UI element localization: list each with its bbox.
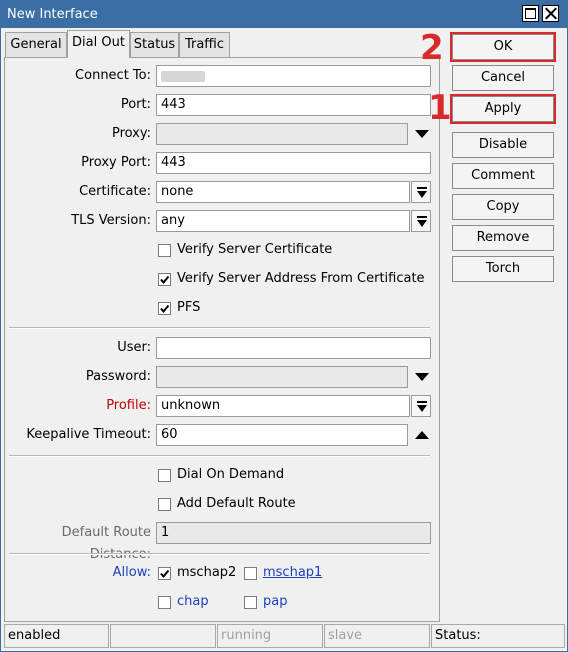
check-icon: [160, 275, 170, 285]
allow-pap-label: pap: [263, 594, 288, 609]
tls-version-dropdown-icon[interactable]: [411, 210, 431, 232]
status-text: Status:: [431, 624, 565, 648]
allow-mschap1-label[interactable]: mschap1: [263, 565, 322, 581]
default-route-distance-label: Default Route Distance:: [61, 525, 151, 562]
maximize-icon[interactable]: [522, 5, 539, 22]
disable-button[interactable]: Disable: [452, 132, 554, 158]
status-state: enabled: [4, 624, 109, 648]
step-number-apply: 1: [428, 88, 452, 128]
certificate-dropdown-icon[interactable]: [411, 181, 431, 203]
verify-server-certificate-label: Verify Server Certificate: [177, 242, 333, 257]
port-input[interactable]: 443: [156, 94, 431, 116]
pfs-label: PFS: [177, 300, 201, 315]
password-expand-icon[interactable]: [413, 367, 431, 387]
status-running: running: [217, 624, 323, 648]
keepalive-timeout-input[interactable]: 60: [156, 424, 408, 446]
redacted-value: [161, 71, 205, 82]
status-slave: slave: [324, 624, 430, 648]
password-input[interactable]: [156, 366, 408, 388]
title-bar[interactable]: New Interface: [1, 1, 567, 28]
tls-version-select[interactable]: any: [156, 210, 410, 232]
allow-chap-checkbox[interactable]: [158, 596, 171, 609]
tab-status[interactable]: Status: [130, 32, 179, 57]
profile-select[interactable]: unknown: [156, 395, 410, 417]
connect-to-input[interactable]: [156, 65, 431, 87]
allow-label: Allow:: [112, 565, 151, 580]
cancel-button[interactable]: Cancel: [452, 65, 554, 91]
port-label: Port:: [120, 97, 151, 112]
new-interface-window: New Interface General Dial Out Status Tr…: [0, 0, 568, 652]
allow-mschap2-checkbox[interactable]: [158, 567, 171, 580]
allow-mschap1-checkbox[interactable]: [244, 567, 257, 580]
password-label: Password:: [85, 369, 151, 384]
profile-dropdown-icon[interactable]: [411, 395, 431, 417]
check-icon: [160, 304, 170, 314]
copy-button[interactable]: Copy: [452, 194, 554, 220]
proxy-port-input[interactable]: 443: [156, 152, 431, 174]
keepalive-timeout-label: Keepalive Timeout:: [26, 427, 151, 442]
default-route-distance-input[interactable]: 1: [156, 522, 431, 544]
step-number-ok: 2: [420, 28, 444, 68]
verify-server-address-label: Verify Server Address From Certificate: [177, 271, 425, 286]
tab-general[interactable]: General: [5, 32, 67, 57]
tab-traffic[interactable]: Traffic: [179, 32, 230, 57]
pfs-checkbox[interactable]: [158, 302, 171, 315]
apply-highlight: [450, 94, 556, 124]
proxy-label: Proxy:: [111, 126, 151, 141]
remove-button[interactable]: Remove: [452, 225, 554, 251]
separator: [9, 327, 430, 329]
dial-on-demand-label: Dial On Demand: [177, 467, 285, 482]
profile-label: Profile:: [106, 398, 151, 413]
verify-server-certificate-checkbox[interactable]: [158, 244, 171, 257]
proxy-input[interactable]: [156, 123, 408, 145]
check-icon: [160, 569, 170, 579]
certificate-select[interactable]: none: [156, 181, 410, 203]
allow-pap-checkbox[interactable]: [244, 596, 257, 609]
verify-server-address-checkbox[interactable]: [158, 273, 171, 286]
window-title: New Interface: [7, 7, 98, 22]
separator: [9, 455, 430, 457]
comment-button[interactable]: Comment: [452, 163, 554, 189]
connect-to-label: Connect To:: [75, 68, 151, 83]
status-blank: [110, 624, 216, 648]
close-icon[interactable]: [542, 5, 559, 22]
keepalive-collapse-icon[interactable]: [413, 425, 431, 445]
add-default-route-checkbox[interactable]: [158, 498, 171, 511]
add-default-route-label: Add Default Route: [177, 496, 296, 511]
tab-dial-out[interactable]: Dial Out: [67, 30, 130, 58]
torch-button[interactable]: Torch: [452, 256, 554, 282]
tls-version-label: TLS Version:: [71, 213, 151, 228]
ok-highlight: [450, 32, 556, 62]
user-input[interactable]: [156, 337, 431, 359]
user-label: User:: [117, 340, 151, 355]
dial-on-demand-checkbox[interactable]: [158, 469, 171, 482]
proxy-port-label: Proxy Port:: [81, 155, 151, 170]
allow-mschap2-label: mschap2: [177, 565, 237, 580]
separator: [9, 553, 430, 555]
allow-chap-label: chap: [177, 594, 209, 609]
certificate-label: Certificate:: [79, 184, 151, 199]
